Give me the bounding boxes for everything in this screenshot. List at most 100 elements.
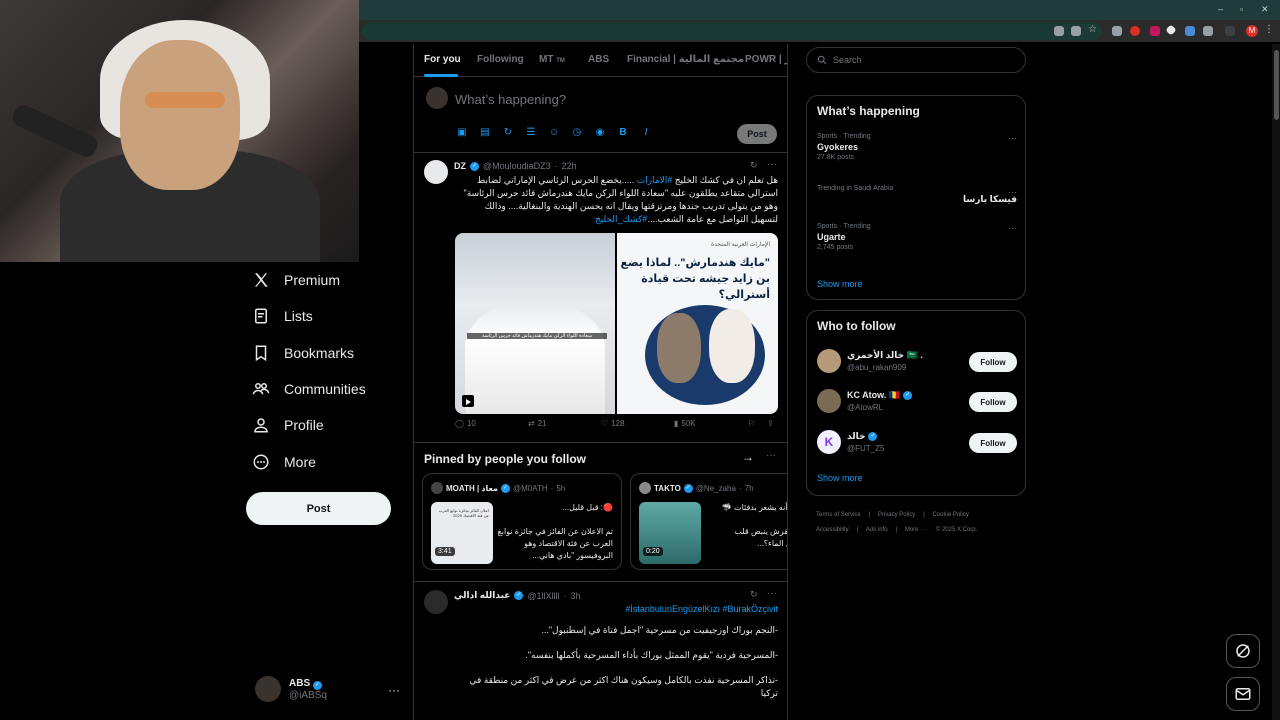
cast-icon[interactable]	[1054, 26, 1064, 36]
grok-icon[interactable]: ↻	[750, 160, 758, 171]
views-button[interactable]: ▮ 50K	[674, 419, 696, 428]
trend-more-icon[interactable]: ···	[1008, 133, 1017, 143]
follow-button[interactable]: Follow	[969, 433, 1017, 453]
pinned-card[interactable]: TAKTO ✓ @Ne_zaha · 7h 0:20 جة أنه يشعر ب…	[630, 473, 787, 570]
sidebar-icon[interactable]	[1225, 26, 1235, 36]
trend-item[interactable]: Sports · Trending Ugarte 2,745 posts ···	[817, 223, 1017, 251]
extension-icon[interactable]	[1150, 26, 1160, 36]
grok-fab-button[interactable]	[1226, 634, 1260, 668]
compose-input[interactable]: What’s happening?	[455, 92, 566, 107]
grok-icon	[1236, 644, 1250, 658]
kebab-menu-icon[interactable]: ⋮	[1264, 25, 1274, 35]
tweet-time[interactable]: 3h	[571, 591, 581, 601]
nav-more[interactable]: More	[252, 453, 316, 471]
trend-more-icon[interactable]: ···	[1008, 187, 1017, 197]
tweet-image[interactable]: الإمارات العربية المتحدة "مايك هندمارش".…	[617, 233, 778, 414]
maximize-icon[interactable]: ▫	[1240, 4, 1243, 14]
hashtag-link[interactable]: #الامارات	[637, 175, 673, 185]
tab-following[interactable]: Following	[477, 54, 524, 65]
follow-button[interactable]: Follow	[969, 352, 1017, 372]
footer-link[interactable]: Ads info	[866, 527, 888, 533]
messages-fab-button[interactable]	[1226, 677, 1260, 711]
tweet-author-name[interactable]: عبدالله ادالي	[454, 590, 510, 601]
footer-link[interactable]: Cookie Policy	[933, 512, 969, 518]
hashtag-link[interactable]: #İstanbulunEngüzelKızı #BurakÖzçivit	[454, 603, 778, 616]
tweet-more-icon[interactable]: ···	[767, 159, 777, 170]
follow-suggestion[interactable]: خالد الأحمري 🇸🇦 . @abu_rakan909 Follow	[817, 349, 1017, 375]
tab-for-you[interactable]: For you	[424, 54, 461, 65]
trend-more-icon[interactable]: ···	[1008, 223, 1017, 233]
footer-links: Terms of Service | Privacy Policy | Cookie…	[816, 512, 978, 533]
page-scrollbar[interactable]	[1272, 44, 1280, 720]
extension-icon[interactable]	[1130, 26, 1140, 36]
search-input[interactable]	[833, 55, 1013, 65]
zoom-icon[interactable]	[1071, 26, 1081, 36]
hashtag-link[interactable]: #كشك_الخليج	[595, 214, 647, 224]
tab-abs[interactable]: ABS	[588, 54, 609, 65]
follow-suggestion[interactable]: KC Atow. 🇷🇴 ✓ @AtowRL Follow	[817, 389, 1017, 415]
bookmark-icon[interactable]: ⚐	[748, 419, 755, 428]
nav-communities[interactable]: Communities	[252, 380, 366, 398]
tab-financial[interactable]: Financial | مجتمع المالية	[627, 54, 744, 65]
tweet-author-handle[interactable]: @MouloudiaDZ3	[483, 161, 551, 171]
footer-link[interactable]: Terms of Service	[816, 512, 861, 518]
arrow-right-icon[interactable]: →	[742, 450, 754, 464]
address-bar[interactable]	[362, 22, 1102, 40]
extension-icon[interactable]	[1112, 26, 1122, 36]
star-icon[interactable]: ☆	[1088, 25, 1098, 35]
suggestion-handle: @AtowRL	[847, 403, 884, 412]
trend-title: Gyokeres	[817, 142, 859, 152]
play-icon[interactable]	[462, 395, 474, 407]
like-button[interactable]: ♡ 128	[601, 419, 625, 428]
main-feed[interactable]: For you Following MT TM ABS Financial | …	[413, 44, 788, 720]
italic-icon[interactable]: I	[640, 127, 652, 139]
grok-icon[interactable]: ↻	[750, 589, 758, 600]
schedule-icon[interactable]: ◷	[571, 127, 583, 139]
nav-lists[interactable]: Lists	[252, 307, 313, 325]
pinned-card[interactable]: MOATH | معاذ ✓ @M0ATH · 5h اعلان الفائز …	[422, 473, 622, 570]
who-to-follow-show-more-link[interactable]: Show more	[817, 473, 863, 483]
tweet-author-name[interactable]: DZ	[454, 161, 466, 171]
close-icon[interactable]: ✕	[1261, 4, 1269, 15]
puzzle-icon[interactable]	[1203, 26, 1213, 36]
image-icon[interactable]: ▣	[456, 127, 468, 139]
tweet-author-handle[interactable]: @1llXllll	[527, 591, 559, 601]
minimize-icon[interactable]: –	[1218, 4, 1223, 14]
emoji-icon[interactable]: ☺	[548, 127, 560, 139]
trends-show-more-link[interactable]: Show more	[817, 279, 863, 289]
repost-button[interactable]: ⇄ 21	[528, 419, 547, 428]
reply-button[interactable]: ◯ 10	[455, 419, 476, 428]
grok-icon[interactable]: ↻	[502, 127, 514, 139]
extension-icon[interactable]	[1185, 26, 1195, 36]
nav-profile[interactable]: Profile	[252, 416, 324, 434]
account-more-icon[interactable]: ···	[388, 683, 400, 697]
account-switcher[interactable]: ABS ✓ @iABSq	[255, 676, 327, 702]
nav-bookmarks[interactable]: Bookmarks	[252, 344, 354, 362]
browser-profile-avatar[interactable]: M	[1246, 25, 1258, 37]
footer-link[interactable]: Privacy Policy	[878, 512, 915, 518]
tweet-video-thumbnail[interactable]: سعادة اللواء الركن مايك هندرماش قائد حرس…	[455, 233, 615, 414]
tab-powr[interactable]: POWR | نور	[745, 54, 787, 65]
pinned-section-title: Pinned by people you follow	[424, 452, 587, 466]
follow-suggestion[interactable]: K خالد ✓ @FUT_Z5 Follow	[817, 430, 1017, 456]
footer-link[interactable]: More ···	[905, 527, 926, 533]
tweet-media[interactable]: سعادة اللواء الركن مايك هندرماش قائد حرس…	[455, 233, 778, 414]
location-icon[interactable]: ◉	[594, 127, 606, 139]
footer-link[interactable]: Accessibility	[816, 527, 849, 533]
share-icon[interactable]: ⇪	[767, 419, 774, 428]
pinned-more-icon[interactable]: ···	[766, 450, 776, 461]
nav-premium[interactable]: Premium	[252, 271, 340, 289]
gif-icon[interactable]: ▤	[479, 127, 491, 139]
poll-icon[interactable]: ☰	[525, 127, 537, 139]
compose-post-button[interactable]: Post	[737, 124, 777, 144]
tab-mt[interactable]: MT TM	[539, 54, 565, 65]
bold-icon[interactable]: B	[617, 127, 629, 139]
trend-item[interactable]: Trending in Saudi Arabia فيسكا بارسا ···	[817, 185, 1017, 205]
trend-item[interactable]: Sports · Trending Gyokeres 27.8K posts ·…	[817, 133, 1017, 161]
search-box[interactable]	[806, 47, 1026, 73]
tweet-more-icon[interactable]: ···	[767, 588, 777, 599]
sidebar-post-button[interactable]: Post	[246, 492, 391, 525]
tweet-time[interactable]: 22h	[562, 161, 577, 171]
scrollbar-thumb[interactable]	[1274, 50, 1279, 120]
follow-button[interactable]: Follow	[969, 392, 1017, 412]
